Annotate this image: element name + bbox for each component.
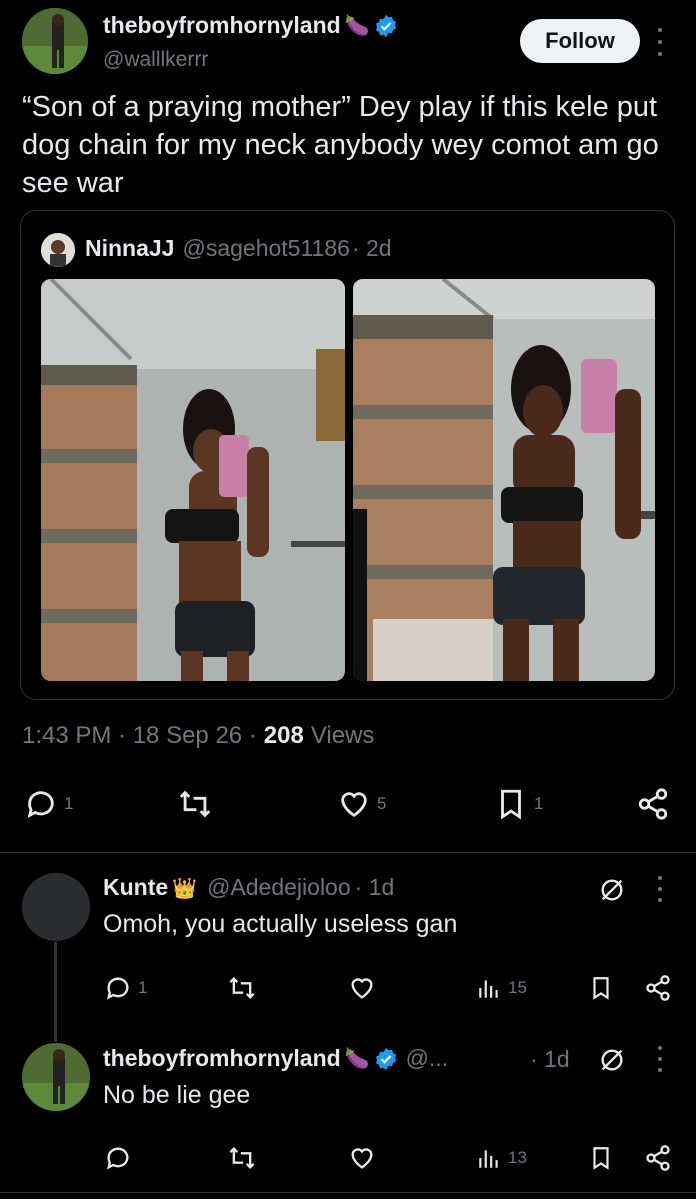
tweet-meta: 1:43 PM · 18 Sep 26 · 208 Views bbox=[22, 722, 374, 750]
reply-icon bbox=[106, 977, 129, 1000]
photo-1-image bbox=[41, 279, 345, 681]
reply-2-more-icon[interactable] bbox=[655, 1046, 665, 1072]
retweet-icon bbox=[179, 790, 211, 818]
author-display-name[interactable]: theboyfromhornyland bbox=[103, 12, 341, 39]
like-button[interactable]: 5 bbox=[337, 787, 386, 821]
reply-2-display-name[interactable]: theboyfromhornyland bbox=[103, 1045, 341, 1072]
reply-2-retweet-button[interactable] bbox=[226, 1144, 258, 1172]
views-count: 208 bbox=[263, 722, 304, 749]
grok-icon[interactable] bbox=[598, 1046, 626, 1079]
reply-2-handle[interactable]: @... bbox=[406, 1045, 449, 1072]
reply-2-bookmark-button[interactable] bbox=[588, 1144, 614, 1172]
reply-1-like-button[interactable] bbox=[348, 974, 376, 1002]
reply-2-like-button[interactable] bbox=[348, 1144, 376, 1172]
bookmark-icon bbox=[593, 977, 609, 1000]
reply-button[interactable]: 1 bbox=[24, 787, 73, 821]
share-icon bbox=[638, 788, 668, 820]
quoted-time: · 2d bbox=[351, 235, 392, 261]
like-icon bbox=[351, 978, 373, 999]
reply-2-time: · 1d bbox=[530, 1046, 570, 1072]
reply-2-name-row: theboyfromhornyland 🍆 @... bbox=[103, 1045, 448, 1072]
like-count: 5 bbox=[377, 794, 387, 813]
share-icon bbox=[646, 1145, 670, 1171]
reply-1-bookmark-button[interactable] bbox=[588, 974, 614, 1002]
reply-1-avatar[interactable] bbox=[22, 873, 90, 941]
reply-1-handle[interactable]: @Adedejioloo bbox=[207, 874, 351, 901]
reply-1-views[interactable]: 15 bbox=[476, 974, 527, 1002]
quoted-display-name[interactable]: NinnaJJ bbox=[85, 235, 174, 262]
quoted-handle[interactable]: @sagehot51186 bbox=[182, 235, 349, 262]
quoted-tweet-card[interactable]: NinnaJJ @sagehot51186 · 2d bbox=[20, 210, 675, 700]
reply-2-view-count: 13 bbox=[508, 1148, 527, 1167]
reply-1-name-emoji: 👑 bbox=[172, 878, 198, 900]
reply-2-avatar[interactable] bbox=[22, 1043, 90, 1111]
author-name-row: theboyfromhornyland 🍆 bbox=[103, 12, 398, 39]
reply-icon bbox=[106, 1147, 129, 1170]
reply-count: 1 bbox=[64, 794, 74, 813]
reply-1-view-count: 15 bbox=[508, 978, 527, 997]
reply-1-more-icon[interactable] bbox=[655, 876, 665, 902]
reply-1-reply-count: 1 bbox=[138, 978, 148, 997]
author-avatar[interactable] bbox=[22, 8, 88, 74]
reply-1-name-row: Kunte 👑 @Adedejioloo · 1d bbox=[103, 874, 394, 901]
reply-1-time: · 1d bbox=[354, 874, 395, 900]
author-name-emoji: 🍆 bbox=[344, 15, 370, 37]
reply-2-share-button[interactable] bbox=[644, 1144, 672, 1172]
reply-2-name-emoji: 🍆 bbox=[344, 1048, 370, 1070]
reply-2-text: No be lie gee bbox=[103, 1081, 251, 1109]
retweet-icon bbox=[229, 1147, 255, 1169]
tweet-text: “Son of a praying mother” Dey play if th… bbox=[22, 91, 659, 199]
more-icon[interactable] bbox=[655, 28, 665, 56]
reply-2-views[interactable]: 13 bbox=[476, 1144, 527, 1172]
author-handle[interactable]: @walllkerrr bbox=[103, 48, 208, 72]
like-icon bbox=[351, 1148, 373, 1169]
bookmark-icon bbox=[501, 789, 521, 820]
follow-button[interactable]: Follow bbox=[520, 19, 640, 63]
reply-2-reply-button[interactable] bbox=[104, 1144, 132, 1172]
share-button[interactable] bbox=[636, 787, 670, 821]
bookmark-count: 1 bbox=[534, 794, 544, 813]
quoted-avatar-image bbox=[41, 233, 75, 267]
share-icon bbox=[646, 975, 670, 1001]
photo-2-image bbox=[353, 279, 655, 681]
views-label: Views bbox=[310, 722, 375, 749]
reply-1-display-name[interactable]: Kunte bbox=[103, 874, 168, 901]
quoted-name-row: NinnaJJ @sagehot51186 · 2d bbox=[85, 235, 392, 262]
author-avatar-image bbox=[22, 8, 88, 74]
like-icon bbox=[341, 792, 367, 818]
retweet-icon bbox=[229, 977, 255, 999]
verified-badge-icon bbox=[375, 14, 396, 37]
reply-2-avatar-image bbox=[22, 1043, 90, 1111]
reply-icon bbox=[27, 791, 54, 818]
reply-1-retweet-button[interactable] bbox=[226, 974, 258, 1002]
grok-icon[interactable] bbox=[598, 876, 626, 909]
views-icon bbox=[479, 980, 498, 998]
reply-1-share-button[interactable] bbox=[644, 974, 672, 1002]
reply-1-text: Omoh, you actually useless gan bbox=[103, 910, 458, 938]
quoted-photo-2[interactable] bbox=[353, 279, 655, 681]
bottom-divider bbox=[0, 1192, 696, 1193]
retweet-button[interactable] bbox=[176, 787, 220, 821]
quoted-author-avatar[interactable] bbox=[41, 233, 75, 267]
grok-icon-svg bbox=[601, 879, 623, 901]
thread-line bbox=[54, 942, 57, 1042]
grok-icon-svg bbox=[601, 1049, 623, 1071]
tweet-timestamp[interactable]: 1:43 PM · 18 Sep 26 · bbox=[22, 722, 257, 750]
reply-1-reply-button[interactable]: 1 bbox=[104, 974, 147, 1002]
verified-badge-icon bbox=[375, 1047, 396, 1070]
bookmark-icon bbox=[593, 1147, 609, 1170]
quoted-photo-1[interactable] bbox=[41, 279, 345, 681]
bookmark-button[interactable]: 1 bbox=[494, 787, 543, 821]
divider bbox=[0, 852, 696, 853]
views-icon bbox=[479, 1150, 498, 1168]
